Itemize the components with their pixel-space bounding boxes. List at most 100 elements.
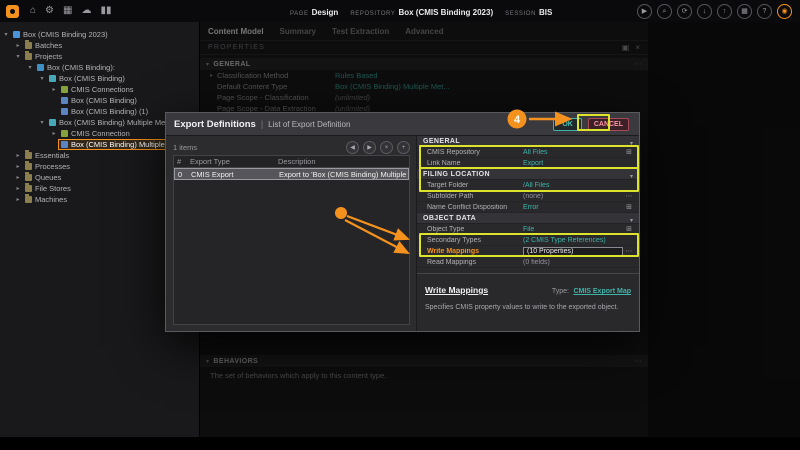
property-value[interactable]: All Files: [523, 149, 623, 156]
property-value[interactable]: (2 CMIS Type References): [523, 237, 623, 244]
connection-icon: [61, 130, 68, 137]
upload-icon[interactable]: ↑: [717, 4, 732, 19]
refresh-icon[interactable]: ⟳: [677, 4, 692, 19]
repository-value[interactable]: Box (CMIS Binding 2023): [398, 8, 493, 17]
property-grid-row[interactable]: FILING LOCATION: [417, 169, 639, 180]
delete-icon[interactable]: ×: [380, 141, 393, 154]
property-value[interactable]: Error: [523, 204, 623, 211]
tree-item-label: Box (CMIS Binding): [71, 96, 137, 105]
tree-item-label: Essentials: [35, 151, 69, 160]
tree-expand-arrow-icon[interactable]: ▸: [14, 42, 22, 49]
tree-expand-arrow-icon[interactable]: ▸: [50, 86, 58, 93]
ellipsis-icon[interactable]: ⋯: [623, 247, 635, 255]
property-grid-row[interactable]: Secondary Types (2 CMIS Type References): [417, 235, 639, 246]
prev-icon[interactable]: ◀: [346, 141, 359, 154]
add-dropdown-icon[interactable]: +: [397, 141, 410, 154]
tree-expand-arrow-icon[interactable]: ▾: [14, 53, 22, 60]
page-label: PAGE: [290, 11, 309, 17]
layout-icon[interactable]: ▦: [737, 4, 752, 19]
property-value[interactable]: /All Files: [523, 182, 623, 189]
cell-description: Export to 'Box (CMIS Binding) Multiple M…: [277, 170, 408, 179]
tree-expand-arrow-icon[interactable]: ▸: [14, 196, 22, 203]
property-value[interactable]: File: [523, 226, 623, 233]
tree-expand-arrow-icon[interactable]: ▸: [14, 163, 22, 170]
property-help-panel: Write Mappings Type: CMIS Export Map Spe…: [417, 274, 639, 312]
tree-item-label: CMIS Connections: [71, 85, 134, 94]
tree-expand-arrow-icon[interactable]: ▸: [50, 130, 58, 137]
table-header: # Export Type Description: [174, 156, 409, 168]
next-icon[interactable]: ▶: [363, 141, 376, 154]
type-link[interactable]: CMIS Export Map: [573, 288, 631, 295]
tree-expand-arrow-icon[interactable]: ▸: [14, 185, 22, 192]
property-grid-row[interactable]: Name Conflict Disposition Error ⊞: [417, 202, 639, 213]
property-grid-row[interactable]: Subfolder Path (none) ⋯: [417, 191, 639, 202]
tree-item-label: CMIS Connection: [71, 129, 130, 138]
tree-expand-arrow-icon[interactable]: ▾: [26, 64, 34, 71]
property-value[interactable]: Export: [523, 160, 623, 167]
tree-item-label: Projects: [35, 52, 62, 61]
search-icon[interactable]: ⌕: [657, 4, 672, 19]
tree-expand-arrow-icon[interactable]: ▾: [38, 75, 46, 82]
property-grid-row[interactable]: Object Type File ⊞: [417, 224, 639, 235]
content-model-icon: [49, 75, 56, 82]
grid-picker-icon[interactable]: ⊞: [623, 225, 635, 233]
property-value[interactable]: (none): [523, 193, 623, 200]
tree-expand-arrow-icon[interactable]: ▸: [14, 152, 22, 159]
cell-number: 0: [175, 170, 189, 179]
play-icon[interactable]: ▶: [637, 4, 652, 19]
home-icon[interactable]: ⌂: [30, 6, 36, 16]
stats-icon[interactable]: ▮▮: [100, 6, 111, 16]
folder-icon: [25, 185, 32, 192]
property-label: FILING LOCATION: [423, 171, 630, 178]
topbar-right-icons: ▶ ⌕ ⟳ ↓ ↑ ▦? ◉: [637, 4, 792, 19]
property-grid-row[interactable]: Link Name Export: [417, 158, 639, 169]
tree-item[interactable]: ▾ Projects: [0, 51, 199, 62]
tree-item[interactable]: ▾ Box (CMIS Binding 2023): [0, 29, 199, 40]
session-value[interactable]: BIS: [539, 8, 552, 17]
tree-item[interactable]: Box (CMIS Binding): [0, 95, 199, 106]
dialog-header: Export Definitions | List of Export Defi…: [166, 113, 639, 136]
ellipsis-icon[interactable]: ⋯: [623, 192, 635, 200]
column-header-number[interactable]: #: [174, 157, 188, 166]
property-value[interactable]: (0 fields): [523, 259, 623, 266]
download-icon[interactable]: ↓: [697, 4, 712, 19]
column-header-description[interactable]: Description: [276, 157, 409, 166]
context-breadcrumb: PAGEDesign REPOSITORYBox (CMIS Binding 2…: [290, 0, 552, 22]
tree-item[interactable]: ▾ Box (CMIS Binding): [0, 73, 199, 84]
modules-icon[interactable]: ▦: [63, 6, 72, 16]
tree-expand-arrow-icon[interactable]: ▾: [2, 31, 10, 38]
property-grid-row[interactable]: Read Mappings (0 fields): [417, 257, 639, 268]
tools-icon[interactable]: ⚙: [45, 6, 54, 16]
property-value[interactable]: (10 Properties): [523, 247, 623, 256]
tree-expand-arrow-icon[interactable]: ▸: [14, 174, 22, 181]
tree-item-label: Box (CMIS Binding) (1): [71, 107, 148, 116]
grid-picker-icon[interactable]: ⊞: [623, 148, 635, 156]
dialog-subtitle: List of Export Definition: [268, 120, 350, 129]
property-grid-row[interactable]: OBJECT DATA: [417, 213, 639, 224]
document-icon: [61, 97, 68, 104]
property-label: Link Name: [427, 160, 523, 167]
tree-expand-arrow-icon[interactable]: ▾: [38, 119, 46, 126]
chevron-down-icon[interactable]: [630, 165, 633, 183]
help-icon[interactable]: ?: [757, 4, 772, 19]
table-row[interactable]: 0 CMIS Export Export to 'Box (CMIS Bindi…: [174, 168, 409, 180]
ok-button[interactable]: OK: [553, 118, 582, 131]
column-header-export-type[interactable]: Export Type: [188, 157, 276, 166]
property-grid-row[interactable]: CMIS Repository All Files ⊞: [417, 147, 639, 158]
property-grid-row[interactable]: Write Mappings (10 Properties) ⋯: [417, 246, 639, 257]
page-value[interactable]: Design: [312, 8, 339, 17]
property-label: Secondary Types: [427, 237, 523, 244]
property-grid-row[interactable]: GENERAL: [417, 136, 639, 147]
cancel-button[interactable]: CANCEL: [588, 118, 629, 131]
tree-item[interactable]: ▸ Batches: [0, 40, 199, 51]
property-label: Target Folder: [427, 182, 523, 189]
property-grid-row[interactable]: Target Folder /All Files: [417, 180, 639, 191]
tree-item[interactable]: ▸ CMIS Connections: [0, 84, 199, 95]
app-window: ⌂ ⚙ ▦ ☁ ▮▮ PAGEDesign REPOSITORYBox (CMIS Bi…: [0, 0, 800, 450]
tree-item[interactable]: ▾ Box (CMIS Binding):: [0, 62, 199, 73]
user-icon[interactable]: ◉: [777, 4, 792, 19]
folder-icon: [25, 53, 32, 60]
app-logo-icon: [6, 5, 19, 18]
cloud-icon[interactable]: ☁: [81, 6, 91, 16]
list-toolbar: ◀ ▶ × +: [346, 141, 410, 154]
